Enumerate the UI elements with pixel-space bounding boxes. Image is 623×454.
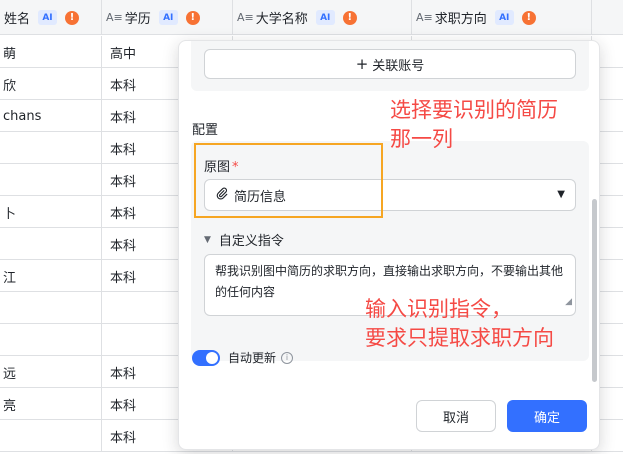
- config-section-title: 配置: [192, 123, 219, 138]
- cell-name[interactable]: [0, 292, 102, 324]
- column-header-name[interactable]: 姓名 AI !: [0, 0, 102, 35]
- instruction-text: 帮我识别图中简历的求职方向，直接输出求职方向，不要输出其他的任何内容: [215, 264, 564, 299]
- warning-icon: !: [65, 10, 80, 25]
- cell-name[interactable]: 远: [0, 356, 102, 388]
- plus-icon: +: [355, 55, 369, 73]
- cell-name[interactable]: [0, 228, 102, 260]
- ai-badge-icon: AI: [38, 10, 58, 25]
- annotation-line: 要求只提取求职方向: [365, 326, 554, 350]
- warning-icon: !: [185, 10, 200, 25]
- highlight-box: [194, 143, 383, 218]
- cell-name[interactable]: 萌: [0, 36, 102, 68]
- link-account-label: 关联账号: [372, 58, 425, 74]
- collapse-triangle-icon: ▼: [204, 234, 211, 245]
- column-header-education[interactable]: A≡ 学历 AI !: [102, 0, 233, 35]
- auto-update-switch[interactable]: [192, 349, 220, 366]
- warning-icon: !: [342, 10, 357, 25]
- cell-name[interactable]: [0, 132, 102, 164]
- dropdown-caret-icon: ▼: [557, 189, 565, 200]
- resize-handle-icon[interactable]: ◢: [565, 292, 572, 313]
- info-icon[interactable]: i: [281, 351, 294, 364]
- text-field-icon: A≡: [237, 11, 254, 24]
- table-header: 姓名 AI ! A≡ 学历 AI ! A≡ 大学名称 AI ! A≡ 求职方向 …: [0, 0, 623, 35]
- custom-instruction-toggle[interactable]: ▼ 自定义指令: [204, 230, 284, 249]
- warning-icon: !: [521, 10, 536, 25]
- cell-name[interactable]: 欣: [0, 68, 102, 100]
- custom-instruction-label: 自定义指令: [218, 234, 284, 249]
- annotation-line: 选择要识别的简历: [390, 98, 558, 122]
- cell-name[interactable]: [0, 324, 102, 356]
- cell-name[interactable]: 卜: [0, 196, 102, 228]
- cell-name[interactable]: 亮: [0, 388, 102, 420]
- text-field-icon: A≡: [106, 11, 123, 24]
- column-label: 学历: [124, 12, 151, 27]
- ai-badge-icon: AI: [158, 10, 178, 25]
- ai-badge-icon: AI: [494, 10, 514, 25]
- auto-update-label: 自动更新: [228, 351, 277, 365]
- annotation-line: 那一列: [390, 127, 453, 151]
- ai-badge-icon: AI: [315, 10, 335, 25]
- column-label: 求职方向: [434, 12, 487, 27]
- text-field-icon: A≡: [416, 11, 433, 24]
- cell-name[interactable]: chans: [0, 100, 102, 132]
- confirm-button[interactable]: 确定: [507, 400, 587, 432]
- link-account-button[interactable]: + 关联账号: [204, 49, 576, 79]
- cell-name[interactable]: [0, 164, 102, 196]
- column-label: 姓名: [4, 12, 31, 27]
- column-label: 大学名称: [255, 12, 308, 27]
- cell-name[interactable]: 江: [0, 260, 102, 292]
- annotation-note-instruction: 输入识别指令， 要求只提取求职方向: [365, 295, 554, 353]
- dialog-scrollbar[interactable]: [592, 199, 597, 382]
- column-header-university[interactable]: A≡ 大学名称 AI !: [233, 0, 412, 35]
- annotation-line: 输入识别指令，: [365, 297, 512, 321]
- cancel-button[interactable]: 取消: [416, 400, 496, 432]
- annotation-note-select-column: 选择要识别的简历 那一列: [390, 96, 558, 154]
- auto-update-row: 自动更新 i: [192, 349, 294, 366]
- cell-name[interactable]: [0, 420, 102, 452]
- column-header-job-direction[interactable]: A≡ 求职方向 AI !: [412, 0, 592, 35]
